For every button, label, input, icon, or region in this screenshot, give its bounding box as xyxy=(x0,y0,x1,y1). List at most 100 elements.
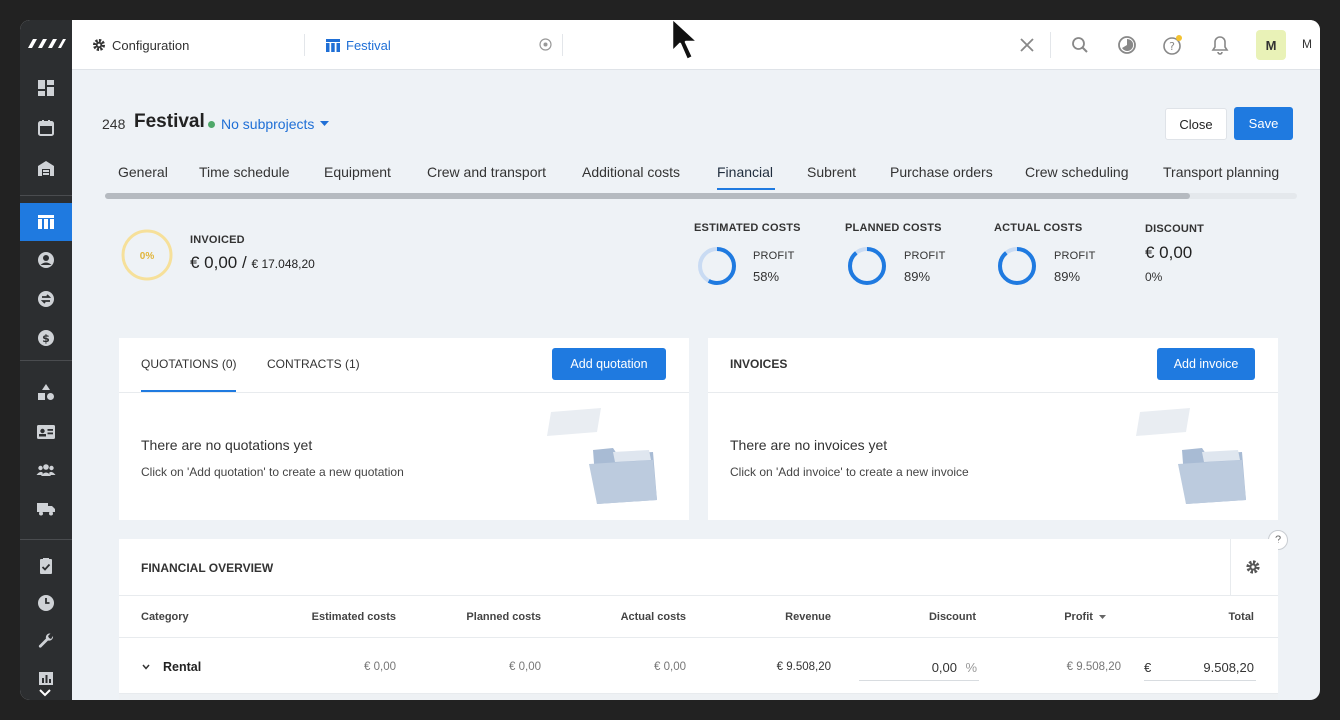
gear-icon xyxy=(93,39,105,51)
column-header-actual-costs[interactable]: Actual costs xyxy=(621,611,686,623)
main-content: 248 Festival No subprojects Close Save G… xyxy=(72,70,1320,700)
sort-desc-icon xyxy=(1099,615,1106,619)
close-icon[interactable] xyxy=(1015,33,1039,57)
column-header-estimated-costs[interactable]: Estimated costs xyxy=(312,611,396,623)
calendar-icon xyxy=(38,120,54,136)
column-header-revenue[interactable]: Revenue xyxy=(785,611,831,623)
tab-general[interactable]: General xyxy=(118,164,168,180)
sidebar-item-dashboard[interactable] xyxy=(20,69,72,107)
tab-time-schedule[interactable]: Time schedule xyxy=(199,164,290,180)
column-header-planned-costs[interactable]: Planned costs xyxy=(466,611,541,623)
column-header-profit-label: Profit xyxy=(1064,611,1093,623)
discount-amount: € 0,00 xyxy=(1145,243,1193,262)
tab-subrent[interactable]: Subrent xyxy=(807,164,856,180)
row-profit: € 9.508,20 xyxy=(1066,661,1121,673)
truck-icon xyxy=(37,503,55,516)
column-header-discount[interactable]: Discount xyxy=(929,611,976,623)
row-revenue: € 9.508,20 xyxy=(776,661,831,673)
dollar-circle-icon: $ xyxy=(38,330,54,346)
bell-icon[interactable] xyxy=(1208,33,1232,57)
shapes-icon xyxy=(38,384,54,400)
tab-crew-and-transport[interactable]: Crew and transport xyxy=(427,164,546,180)
discount-label: DISCOUNT xyxy=(1145,223,1205,235)
invoiced-amount: € 0,00 / xyxy=(190,253,247,272)
tab-crew-scheduling[interactable]: Crew scheduling xyxy=(1025,164,1129,180)
quotations-panel: QUOTATIONS (0) CONTRACTS (1) Add quotati… xyxy=(119,338,689,520)
page-title: Festival xyxy=(134,111,205,132)
sidebar-item-time[interactable] xyxy=(20,584,72,622)
sidebar-item-tasks[interactable] xyxy=(20,547,72,585)
settings-gear-icon[interactable] xyxy=(1245,559,1261,575)
sidebar-item-settings[interactable] xyxy=(20,622,72,660)
tab-financial[interactable]: Financial xyxy=(717,164,773,180)
table-icon xyxy=(326,38,340,52)
sidebar: $ xyxy=(20,20,72,700)
close-button[interactable]: Close xyxy=(1165,108,1227,140)
project-number: 248 xyxy=(102,116,126,132)
invoiced-progress-ring: 0% xyxy=(121,229,173,281)
sidebar-item-warehouse[interactable] xyxy=(20,149,72,187)
tab-transport-planning[interactable]: Transport planning xyxy=(1163,164,1279,180)
ring-fill xyxy=(848,247,886,285)
sidebar-item-projects[interactable] xyxy=(20,203,72,241)
tab-festival[interactable]: Festival xyxy=(326,20,391,70)
timer-icon[interactable] xyxy=(1115,33,1139,57)
user-name[interactable]: M xyxy=(1302,37,1312,51)
chevron-down-icon[interactable] xyxy=(38,688,52,698)
invoiced-label: INVOICED xyxy=(190,234,245,246)
tab-quotations[interactable]: QUOTATIONS (0) xyxy=(141,357,237,371)
invoices-title: INVOICES xyxy=(730,357,788,371)
column-header-total[interactable]: Total xyxy=(1229,611,1254,623)
financial-overview-panel: FINANCIAL OVERVIEW Category Estimated co… xyxy=(119,539,1278,700)
total-input[interactable]: € 9.508,20 xyxy=(1144,653,1256,681)
subprojects-label: No subprojects xyxy=(221,116,315,132)
sidebar-item-finance[interactable]: $ xyxy=(20,319,72,357)
app-logo-icon[interactable] xyxy=(24,34,68,54)
discount-input[interactable]: 0,00 % xyxy=(859,653,979,681)
avatar-initial: M xyxy=(1265,37,1277,53)
svg-text:?: ? xyxy=(1169,40,1175,53)
sidebar-item-exchange[interactable] xyxy=(20,280,72,318)
chevron-down-icon[interactable] xyxy=(142,664,150,670)
row-planned-costs: € 0,00 xyxy=(509,661,541,673)
tab-contracts[interactable]: CONTRACTS (1) xyxy=(267,357,360,371)
ring-fill xyxy=(998,247,1036,285)
invoiced-percent: 0% xyxy=(140,251,155,262)
tab-purchase-orders[interactable]: Purchase orders xyxy=(890,164,993,180)
sidebar-item-users[interactable] xyxy=(20,451,72,489)
help-icon[interactable]: ? xyxy=(1161,33,1185,57)
estimated-profit-value: 58% xyxy=(753,269,780,284)
sidebar-item-calendar[interactable] xyxy=(20,109,72,147)
sidebar-item-transport[interactable] xyxy=(20,489,72,527)
tab-close-icon[interactable] xyxy=(539,38,552,51)
empty-folder-icon xyxy=(547,408,657,504)
table-row xyxy=(119,693,1278,700)
sidebar-item-inventory[interactable] xyxy=(20,373,72,411)
id-card-icon xyxy=(37,425,55,439)
row-actual-costs: € 0,00 xyxy=(654,661,686,673)
add-invoice-button[interactable]: Add invoice xyxy=(1157,348,1255,380)
report-icon xyxy=(39,672,53,685)
avatar[interactable]: M xyxy=(1256,30,1286,60)
search-icon[interactable] xyxy=(1068,33,1092,57)
column-header-profit[interactable]: Profit xyxy=(1064,611,1106,623)
tabs-scrollbar[interactable] xyxy=(105,193,1190,199)
clipboard-check-icon xyxy=(40,558,52,574)
tab-configuration[interactable]: Configuration xyxy=(92,20,189,70)
add-quotation-button[interactable]: Add quotation xyxy=(552,348,666,380)
planned-profit-ring xyxy=(848,247,886,285)
sidebar-item-crew[interactable] xyxy=(20,413,72,451)
sidebar-item-contacts[interactable] xyxy=(20,241,72,279)
status-dot-icon xyxy=(208,120,215,128)
save-button[interactable]: Save xyxy=(1234,107,1293,140)
column-header-category[interactable]: Category xyxy=(141,611,189,623)
subprojects-dropdown[interactable]: No subprojects xyxy=(208,116,330,132)
svg-text:$: $ xyxy=(42,332,50,345)
tab-equipment[interactable]: Equipment xyxy=(324,164,391,180)
quotations-empty-subtitle: Click on 'Add quotation' to create a new… xyxy=(141,465,404,479)
financial-overview-title: FINANCIAL OVERVIEW xyxy=(141,561,274,575)
tab-additional-costs[interactable]: Additional costs xyxy=(582,164,680,180)
actual-costs-label: ACTUAL COSTS xyxy=(994,222,1083,234)
estimated-profit-ring xyxy=(698,247,736,285)
row-category: Rental xyxy=(163,660,202,674)
